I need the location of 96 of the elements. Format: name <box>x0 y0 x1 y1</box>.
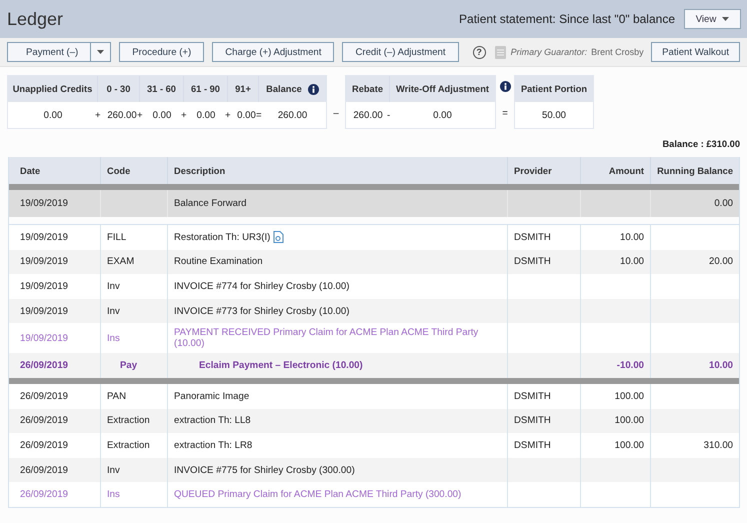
table-cell: EXAM <box>107 256 134 268</box>
table-cell: 100.00 <box>614 440 644 451</box>
table-cell: Extraction <box>107 440 150 451</box>
table-cell: 100.00 <box>614 415 644 426</box>
table-cell: 19/09/2019 <box>20 332 68 344</box>
operator-sign: + <box>137 110 143 120</box>
amount-value: 0.00 <box>152 110 172 120</box>
table-cell: 26/09/2019 <box>20 360 68 372</box>
guarantor-name: Brent Crosby <box>591 47 644 57</box>
amount-value: 50.00 <box>542 110 566 120</box>
amount-value: 260.00 <box>353 110 383 120</box>
table-cell-text: 0.00 <box>713 197 734 211</box>
balance-total: Balance : £310.00 <box>662 139 740 149</box>
attachment-icon[interactable] <box>273 231 286 244</box>
amount-value: 260.00 <box>107 110 137 120</box>
table-cell: INVOICE #774 for Shirley Crosby (10.00) <box>174 280 350 292</box>
amount-value: 0.00 <box>196 110 216 120</box>
table-cell: DSMITH <box>514 232 551 243</box>
table-cell: 26/09/2019 <box>20 440 68 451</box>
table-cell: extraction Th: LL8 <box>174 415 251 426</box>
column-header: Balance <box>266 84 302 94</box>
table-cell: 20.00 <box>708 256 733 268</box>
table-cell-text: PAYMENT RECEIVED Primary Claim for ACME Plan ACME Third Party (10.00) <box>174 327 480 350</box>
toolbar-button[interactable]: Charge (+) Adjustment <box>212 42 334 62</box>
column-header: 0 - 30 <box>106 84 130 94</box>
table-cell: -10.00 <box>616 360 644 372</box>
payment-button[interactable]: Payment (–) <box>7 42 92 62</box>
caret-icon <box>97 50 104 54</box>
table-cell: DSMITH <box>514 256 551 268</box>
guarantor-label: Primary Guarantor: <box>510 47 588 57</box>
table-cell: 310.00 <box>704 440 733 451</box>
table-cell: 19/09/2019 <box>9 190 101 217</box>
table-cell: DSMITH <box>514 440 551 451</box>
info-icon[interactable] <box>500 81 510 92</box>
table-cell: 19/09/2019 <box>20 306 68 317</box>
table-cell: Routine Examination <box>174 256 263 268</box>
amount-value: 260.00 <box>278 110 308 120</box>
amount-value: 0.00 <box>44 110 62 120</box>
table-cell: 26/09/2019 <box>20 489 68 500</box>
table-cell: Balance Forward <box>168 190 508 217</box>
table-cell: Eclaim Payment – Electronic (10.00) <box>199 360 363 372</box>
table-cell: DSMITH <box>514 415 551 426</box>
table-cell: 19/09/2019 <box>20 256 68 268</box>
table-cell: FILL <box>107 232 126 243</box>
view-button[interactable]: View <box>684 9 741 29</box>
amount-value: 0.00 <box>433 110 452 120</box>
table-cell: INVOICE #773 for Shirley Crosby (10.00) <box>174 306 350 317</box>
amount-value: 0.00 <box>237 110 256 120</box>
table-cell: 26/09/2019 <box>20 390 68 402</box>
column-header: Rebate <box>352 84 383 94</box>
table-cell: Inv <box>107 464 120 476</box>
column-header: Patient Portion <box>520 84 588 94</box>
table-cell: 100.00 <box>614 390 644 402</box>
table-cell: Extraction <box>107 415 150 426</box>
operator-sign: + <box>225 110 231 120</box>
page-title: Ledger <box>7 8 64 30</box>
operator-sign: – <box>332 108 340 119</box>
table-cell: Pay <box>120 360 138 372</box>
table-cell: Ins <box>107 489 120 500</box>
table-cell: Ins <box>107 332 120 344</box>
table-cell: 19/09/2019 <box>20 280 68 292</box>
toolbar-button[interactable]: Credit (–) Adjustment <box>342 42 459 62</box>
table-cell: 26/09/2019 <box>20 415 68 426</box>
table-cell: 10.00 <box>620 256 644 268</box>
table-cell: 10.00 <box>708 360 733 372</box>
statement-label: Patient statement: Since last "0" balance <box>459 12 675 26</box>
table-cell: 10.00 <box>620 232 644 243</box>
table-cell: extraction Th: LR8 <box>174 440 252 451</box>
column-header: 61 - 90 <box>191 84 220 94</box>
table-cell: Inv <box>107 306 120 317</box>
table-cell: 26/09/2019 <box>20 464 68 476</box>
column-header: Running Balance <box>656 164 734 178</box>
toolbar-button[interactable]: Procedure (+) <box>119 42 204 62</box>
operator-sign: + <box>181 110 187 120</box>
table-cell: Panoramic Image <box>174 390 250 402</box>
patient-walkout-button[interactable]: Patient Walkout <box>651 42 740 62</box>
table-cell: Inv <box>107 280 120 292</box>
operator-sign: = <box>256 110 262 120</box>
info-icon[interactable] <box>308 84 319 94</box>
caret-icon <box>722 17 730 21</box>
table-cell: QUEUED Primary Claim for ACME Plan ACME Third Party (300.00) <box>174 489 462 500</box>
operator-sign: + <box>95 110 101 120</box>
table-cell: DSMITH <box>514 390 551 402</box>
column-header: Write-Off Adjustment <box>396 84 489 94</box>
column-header: Unapplied Credits <box>12 84 92 94</box>
column-header: 31 - 60 <box>147 84 176 94</box>
table-cell: Restoration Th: UR3(I) <box>174 232 270 243</box>
table-cell: INVOICE #775 for Shirley Crosby (300.00) <box>174 464 355 476</box>
operator-sign: - <box>387 110 390 120</box>
operator-sign: = <box>502 108 508 119</box>
help-icon[interactable]: ? <box>472 46 486 58</box>
document-icon <box>494 46 506 58</box>
table-cell: PAN <box>107 390 126 402</box>
table-cell: 19/09/2019 <box>20 232 68 243</box>
dropdown-button[interactable] <box>91 42 112 62</box>
column-header: 91+ <box>235 84 251 94</box>
